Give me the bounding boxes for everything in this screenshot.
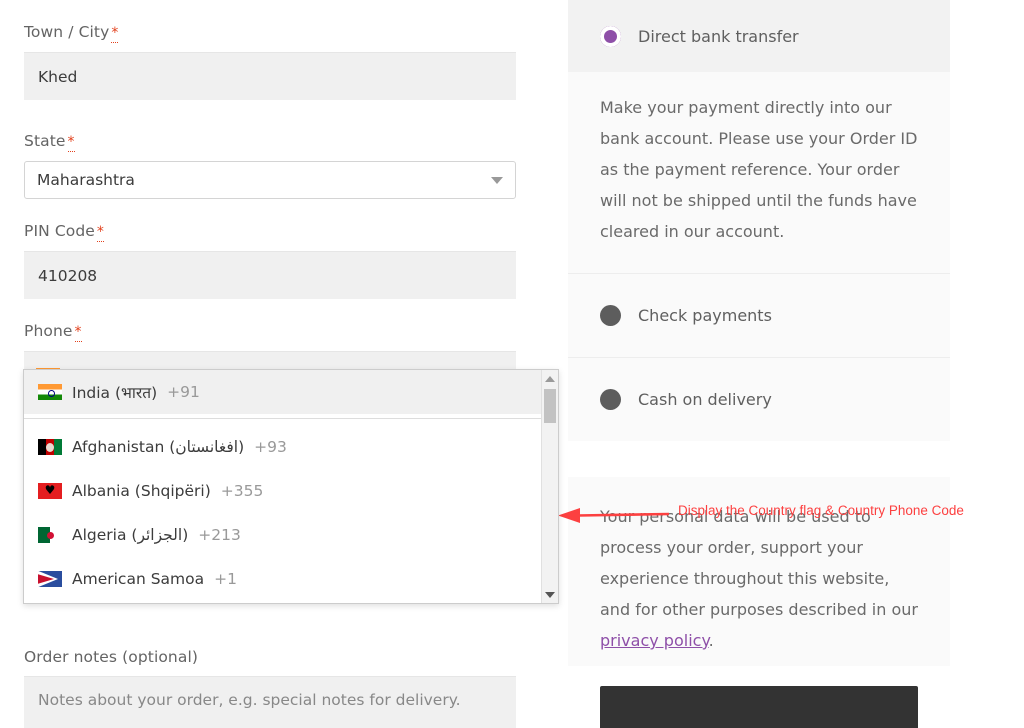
country-option-albania[interactable]: Albania (Shqipëri) +355	[24, 469, 541, 513]
country-option-algeria[interactable]: Algeria (الجزائر) +213	[24, 513, 541, 557]
state-label: State*	[24, 131, 516, 152]
privacy-policy-notice: Your personal data will be used to proce…	[568, 477, 950, 666]
payment-methods-column: Direct bank transfer Make your payment d…	[568, 0, 950, 728]
required-asterisk: *	[75, 324, 82, 342]
afghanistan-flag-icon	[38, 439, 62, 455]
scroll-up-arrow-icon[interactable]	[542, 370, 558, 387]
state-selected-value: Maharashtra	[37, 171, 135, 189]
payment-option-cash-on-delivery[interactable]: Cash on delivery	[568, 357, 950, 441]
country-name: India (भारत)	[72, 381, 157, 403]
scrollbar-thumb[interactable]	[544, 389, 556, 423]
town-city-label-text: Town / City	[24, 23, 109, 41]
chevron-down-icon	[491, 177, 503, 184]
country-dropdown[interactable]: India (भारत) +91 Afghanistan (افغانستان)…	[23, 369, 559, 604]
field-state: State* Maharashtra	[24, 131, 516, 199]
country-option-afghanistan[interactable]: Afghanistan (افغانستان) +93	[24, 425, 541, 469]
privacy-policy-link[interactable]: privacy policy	[600, 631, 709, 650]
country-name: Afghanistan (افغانستان)	[72, 438, 244, 456]
payment-option-check-payments[interactable]: Check payments	[568, 273, 950, 357]
country-list-scrollbar[interactable]	[541, 370, 558, 603]
country-dial-code: +91	[167, 383, 200, 401]
order-notes-textarea[interactable]: Notes about your order, e.g. special not…	[24, 676, 516, 728]
field-phone: Phone* +919998886660 India (भारत) +91	[24, 321, 516, 399]
country-dial-code: +1	[214, 570, 237, 588]
required-asterisk: *	[97, 224, 104, 242]
privacy-text-after: .	[709, 631, 714, 650]
phone-label-text: Phone	[24, 322, 73, 340]
state-select[interactable]: Maharashtra	[24, 161, 516, 199]
bank-transfer-description-text: Make your payment directly into our bank…	[600, 92, 918, 247]
country-list[interactable]: India (भारत) +91 Afghanistan (افغانستان)…	[24, 370, 541, 603]
field-order-notes: Order notes (optional) Notes about your …	[24, 647, 516, 728]
bank-transfer-description: Make your payment directly into our bank…	[568, 72, 950, 273]
country-option-india[interactable]: India (भारत) +91	[24, 370, 541, 414]
albania-flag-icon	[38, 483, 62, 499]
town-city-label: Town / City*	[24, 22, 516, 43]
pin-code-label: PIN Code*	[24, 221, 516, 242]
payment-option-bank-transfer[interactable]: Direct bank transfer	[568, 0, 950, 72]
payment-label: Check payments	[638, 306, 772, 325]
country-dial-code: +93	[254, 438, 287, 456]
required-asterisk: *	[68, 134, 75, 152]
country-name: Albania (Shqipëri)	[72, 482, 211, 500]
payment-label: Direct bank transfer	[638, 27, 799, 46]
pin-code-label-text: PIN Code	[24, 222, 95, 240]
phone-label: Phone*	[24, 321, 516, 342]
american-samoa-flag-icon	[38, 571, 62, 587]
billing-form-column: Town / City* Khed State* Maharashtra PIN…	[24, 0, 516, 728]
radio-selected-icon[interactable]	[600, 26, 621, 47]
privacy-policy-text: Your personal data will be used to proce…	[600, 501, 918, 656]
country-dial-code: +213	[198, 526, 241, 544]
payment-label: Cash on delivery	[638, 390, 772, 409]
divider	[24, 418, 541, 419]
order-notes-placeholder: Notes about your order, e.g. special not…	[38, 691, 461, 709]
pin-code-input[interactable]: 410208	[24, 251, 516, 299]
scroll-down-arrow-icon[interactable]	[542, 586, 558, 603]
country-name: Algeria (الجزائر)	[72, 526, 188, 544]
privacy-text-before: Your personal data will be used to proce…	[600, 507, 918, 619]
required-asterisk: *	[111, 25, 118, 43]
place-order-button[interactable]	[600, 686, 918, 728]
field-town-city: Town / City* Khed	[24, 22, 516, 100]
order-notes-label: Order notes (optional)	[24, 647, 516, 667]
pin-code-value: 410208	[38, 267, 97, 285]
country-option-american-samoa[interactable]: American Samoa +1	[24, 557, 541, 601]
radio-unselected-icon[interactable]	[600, 389, 621, 410]
radio-unselected-icon[interactable]	[600, 305, 621, 326]
town-city-input[interactable]: Khed	[24, 52, 516, 100]
country-name: American Samoa	[72, 570, 204, 588]
checkout-page: Town / City* Khed State* Maharashtra PIN…	[0, 0, 1024, 728]
country-dial-code: +355	[221, 482, 264, 500]
town-city-value: Khed	[38, 68, 77, 86]
algeria-flag-icon	[38, 527, 62, 543]
field-pin-code: PIN Code* 410208	[24, 221, 516, 299]
india-flag-icon	[38, 384, 62, 400]
state-label-text: State	[24, 132, 66, 150]
